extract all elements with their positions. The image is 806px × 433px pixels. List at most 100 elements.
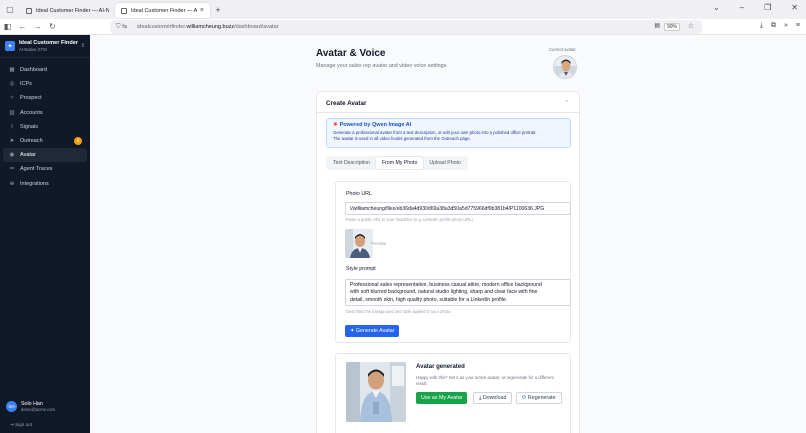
sidebar-item-integrations[interactable]: ⊕ Integrations bbox=[3, 177, 87, 191]
sign-out-link[interactable]: ⇥ Sign out bbox=[10, 422, 32, 428]
favicon-icon bbox=[26, 7, 32, 14]
sidebar-item-label: Agent Traces bbox=[20, 166, 53, 173]
tab-from-my-photo[interactable]: From My Photo bbox=[375, 157, 424, 169]
chevron-up-icon[interactable]: ⌃ bbox=[565, 100, 569, 106]
generate-avatar-button[interactable]: ✦ Generate Avatar bbox=[345, 325, 400, 337]
extensions-icon[interactable]: ⧉ bbox=[771, 22, 776, 30]
preview-label: Preview bbox=[371, 241, 387, 246]
style-prompt-label: Style prompt bbox=[346, 266, 376, 272]
brand-switcher[interactable]: ✦ Ideal Customer Finder AI-Native GTM ⇕ bbox=[0, 35, 90, 58]
photo-url-input[interactable]: \/williamcheung/files/eb36da4d930d69a38a… bbox=[345, 202, 571, 215]
minimize-icon[interactable]: – bbox=[740, 3, 744, 12]
chevron-updown-icon: ⇕ bbox=[80, 43, 85, 49]
forward-icon[interactable]: → bbox=[30, 22, 45, 31]
regenerate-button[interactable]: ⟳ Regenerate bbox=[516, 392, 562, 404]
style-prompt-textarea[interactable]: Professional sales representative, busin… bbox=[345, 279, 571, 306]
download-button[interactable]: ⤓ Download bbox=[473, 392, 513, 404]
result-description: Happy with this? Set it as your active a… bbox=[416, 375, 554, 386]
regenerate-label: Regenerate bbox=[527, 395, 556, 401]
toolbar-right: ⤓ ⧉ » ≡ bbox=[760, 22, 800, 30]
grid-icon: ▦ bbox=[9, 67, 15, 74]
sidebar-toggle-icon[interactable]: ▢ bbox=[0, 5, 20, 14]
zoom-level[interactable]: 90% bbox=[663, 23, 680, 31]
info-line-1: Generate a professional avatar from a te… bbox=[333, 130, 537, 135]
sidebar-item-signals[interactable]: ⌇ Signals bbox=[3, 120, 87, 134]
browser-tab-bar: ▢ Ideal Customer Finder — AI-Native Idea… bbox=[0, 0, 806, 19]
shield-icon[interactable]: ⛉ ⇆ bbox=[116, 23, 127, 31]
sidebar-item-label: Integrations bbox=[20, 180, 49, 187]
bookmark-star-icon[interactable]: ☆ bbox=[688, 22, 694, 30]
brand-logo-icon: ✦ bbox=[5, 41, 15, 51]
url-host: williamcheung.buzz bbox=[186, 24, 235, 30]
brand-name: Ideal Customer Finder bbox=[19, 40, 79, 46]
tab-upload-photo[interactable]: Upload Photo bbox=[423, 157, 466, 169]
sidebar-item-label: Signals bbox=[20, 123, 39, 130]
app-sidebar: ✦ Ideal Customer Finder AI-Native GTM ⇕ … bbox=[0, 35, 90, 433]
create-avatar-card: Create Avatar ⌃ ✺ Powered by Qwen Image A… bbox=[316, 91, 580, 433]
url-prefix: idealcustomerfinder. bbox=[137, 24, 187, 30]
card-title: Create Avatar bbox=[326, 100, 367, 107]
url-path: /dashboard/avatar bbox=[234, 24, 279, 30]
avatar-result: Avatar generated Happy with this? Set it… bbox=[335, 353, 571, 433]
close-window-icon[interactable]: ✕ bbox=[791, 3, 798, 12]
use-as-avatar-button[interactable]: Use as My Avatar bbox=[416, 392, 468, 404]
sidebar-nav: ▦ Dashboard ◎ ICPs ✧ Prospect ▥ Accounts ⌇ Si… bbox=[0, 58, 90, 191]
current-avatar-label: Current avatar bbox=[549, 47, 576, 52]
info-callout: ✺ Powered by Qwen Image AI Generate a pro… bbox=[326, 118, 571, 148]
sidebar-item-accounts[interactable]: ▥ Accounts bbox=[3, 106, 87, 120]
trace-icon: ⚯ bbox=[9, 166, 15, 173]
send-icon: ➤ bbox=[9, 138, 15, 145]
sidebar-item-outreach[interactable]: ➤ Outreach 6 bbox=[3, 134, 87, 148]
browser-tab-active[interactable]: Ideal Customer Finder — AI-Native × bbox=[115, 3, 210, 18]
sidebar-item-icps[interactable]: ◎ ICPs bbox=[3, 77, 87, 91]
photo-preview-image bbox=[345, 229, 373, 258]
sidebar-item-avatar[interactable]: ◉ Avatar bbox=[3, 148, 87, 163]
info-line-2: The avatar is used in all video hooks ge… bbox=[333, 135, 471, 141]
sidebar-panel-icon[interactable]: ◧ bbox=[0, 22, 15, 31]
building-icon: ▥ bbox=[9, 109, 15, 116]
download-icon[interactable]: ⤓ bbox=[760, 22, 763, 30]
tab-text-description[interactable]: Text Description bbox=[327, 157, 376, 169]
plug-icon: ⊕ bbox=[9, 180, 15, 187]
avatar: SH bbox=[6, 401, 17, 412]
favicon-icon bbox=[121, 7, 127, 14]
new-tab-icon[interactable]: + bbox=[210, 5, 226, 15]
photo-form: Photo URL \/williamcheung/files/eb36da4d… bbox=[335, 181, 571, 343]
menu-icon[interactable]: ≡ bbox=[796, 22, 800, 30]
reader-view-icon[interactable]: ▤ bbox=[654, 22, 660, 29]
sidebar-item-label: Outreach bbox=[20, 138, 43, 145]
sidebar-item-label: Avatar bbox=[20, 152, 36, 159]
generate-avatar-label: Generate Avatar bbox=[355, 328, 395, 334]
sparkle-icon: ✺ bbox=[333, 122, 338, 128]
download-label: Download bbox=[482, 395, 507, 401]
style-prompt-line: Professional sales representative, busin… bbox=[350, 282, 542, 288]
back-icon[interactable]: ← bbox=[15, 22, 30, 31]
sidebar-item-label: Accounts bbox=[20, 109, 43, 116]
sign-out-label: Sign out bbox=[15, 422, 32, 427]
current-avatar-image bbox=[553, 55, 577, 79]
generated-avatar-image bbox=[346, 362, 406, 422]
tab-list-chevron-icon[interactable]: ⌄ bbox=[713, 3, 720, 12]
maximize-icon[interactable]: ❐ bbox=[764, 3, 771, 12]
target-icon: ◎ bbox=[9, 81, 15, 88]
photo-url-label: Photo URL bbox=[346, 191, 372, 197]
user-circle-icon: ◉ bbox=[9, 152, 15, 159]
sidebar-item-label: Prospect bbox=[20, 95, 42, 102]
divider bbox=[317, 112, 579, 113]
sidebar-item-agent-traces[interactable]: ⚯ Agent Traces bbox=[3, 162, 87, 176]
tab-title: Ideal Customer Finder — AI-Native bbox=[36, 7, 109, 14]
sidebar-item-prospect[interactable]: ✧ Prospect bbox=[3, 91, 87, 105]
browser-nav-bar: ◧ ← → ↻ ⛉ ⇆ idealcustomerfinder. williamc… bbox=[0, 19, 806, 35]
overflow-chevron-icon[interactable]: » bbox=[784, 22, 788, 30]
reload-icon[interactable]: ↻ bbox=[45, 22, 60, 31]
sidebar-item-label: ICPs bbox=[20, 81, 32, 88]
style-prompt-line: detail, smooth skin, high quality photo,… bbox=[350, 296, 508, 303]
signal-icon: ⌇ bbox=[10, 123, 14, 130]
address-bar[interactable]: ⛉ ⇆ idealcustomerfinder. williamcheung.bu… bbox=[110, 20, 702, 34]
style-prompt-line: with soft blurred background, natural st… bbox=[350, 289, 538, 296]
browser-tab[interactable]: Ideal Customer Finder — AI-Native bbox=[20, 3, 115, 18]
close-tab-icon[interactable]: × bbox=[200, 7, 204, 14]
sidebar-item-dashboard[interactable]: ▦ Dashboard bbox=[3, 63, 87, 77]
user-profile[interactable]: SH Solo Han demo@acme.com bbox=[6, 401, 55, 412]
style-prompt-hint: Describes the background and style appli… bbox=[346, 309, 452, 314]
